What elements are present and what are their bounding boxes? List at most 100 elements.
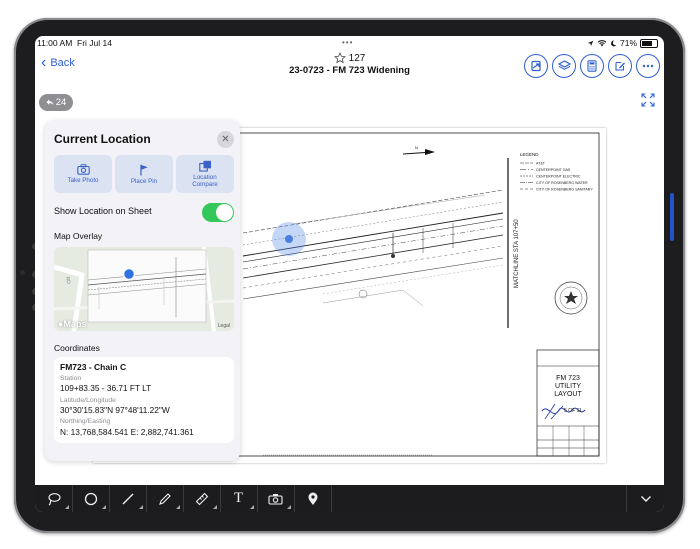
expand-icon[interactable] xyxy=(641,93,655,107)
flag-icon xyxy=(140,164,148,175)
calculator-button[interactable] xyxy=(580,54,604,78)
ruler-icon xyxy=(195,492,208,505)
history-back-button[interactable]: 24 xyxy=(39,94,73,111)
location-actions: Take Photo Place Pin Location Compare xyxy=(54,155,234,193)
top-toolbar xyxy=(524,54,660,78)
edit-button[interactable] xyxy=(608,54,632,78)
layers-button[interactable] xyxy=(552,54,576,78)
sheet-number: 5 OF 11 xyxy=(564,408,582,414)
camera-icon xyxy=(76,164,90,175)
show-location-row: Show Location on Sheet xyxy=(54,203,234,222)
matchline-label: MATCHLINE STA 107+50 xyxy=(514,219,520,288)
text-tool[interactable]: T xyxy=(220,485,258,512)
location-arrow-icon xyxy=(587,40,594,46)
title-block-text: FM 723 UTILITY LAYOUT xyxy=(554,375,582,398)
place-pin-button[interactable]: Place Pin xyxy=(115,155,173,193)
location-compare-label: Location Compare xyxy=(192,174,218,188)
ruler-tool[interactable] xyxy=(183,485,221,512)
back-button[interactable]: ‹ Back xyxy=(41,54,75,71)
calculator-icon xyxy=(587,60,597,72)
northing-easting-label: Northing/Easting xyxy=(60,418,111,425)
layers-icon xyxy=(557,60,571,70)
front-camera xyxy=(20,270,25,275)
legend-item: CITY OF ROSENBERG WATER xyxy=(536,181,588,185)
circle-tool[interactable] xyxy=(72,485,110,512)
favorite-count: 127 xyxy=(348,52,366,64)
legend-item: CENTERPOINT ELECTRIC xyxy=(536,175,581,179)
alignment-name: FM723 - Chain C xyxy=(60,362,127,372)
more-icon xyxy=(642,64,654,68)
legal-link[interactable]: Legal xyxy=(218,323,230,329)
chevron-down-icon xyxy=(640,495,651,502)
sheet-title: 23-0723 - FM 723 Widening xyxy=(289,65,410,76)
moon-icon xyxy=(611,40,617,46)
legend-item: CITY OF ROSENBERG SANITARY xyxy=(536,188,593,192)
legend-item: AT&T xyxy=(536,162,546,166)
legend-title: LEGEND xyxy=(520,152,539,157)
panel-title: Current Location xyxy=(54,132,151,146)
take-photo-label: Take Photo xyxy=(67,177,99,184)
show-location-toggle[interactable] xyxy=(202,203,234,222)
coordinates-card: FM723 - Chain C Station 109+83.35 - 36.7… xyxy=(54,357,234,443)
station-label: Station xyxy=(60,375,82,382)
status-time: 11:00 AM Fri Jul 14 xyxy=(37,38,112,48)
status-indicators: 71% xyxy=(587,38,658,48)
north-label: N xyxy=(415,145,418,150)
back-label: Back xyxy=(50,57,75,69)
sheet-location-dot xyxy=(272,222,306,256)
maps-watermark: ●Maps xyxy=(58,319,87,329)
status-bar: 11:00 AM Fri Jul 14 ••• 71% xyxy=(35,36,664,50)
compare-icon xyxy=(198,160,211,172)
camera-icon xyxy=(268,493,283,505)
lasso-tool[interactable] xyxy=(35,485,73,512)
title-block-line: UTILITY xyxy=(555,383,581,390)
edit-icon xyxy=(615,61,625,71)
legend: AT&T CENTERPOINT GAS CENTERPOINT ELECTRIC C… xyxy=(520,162,593,192)
close-icon: ✕ xyxy=(221,134,230,145)
legend-item: CENTERPOINT GAS xyxy=(536,168,571,172)
favorite-row[interactable]: 127 xyxy=(255,52,444,64)
chevron-left-icon: ‹ xyxy=(41,54,47,71)
sheet-header: 127 23-0723 - FM 723 Widening xyxy=(255,52,444,76)
screen: 11:00 AM Fri Jul 14 ••• 71% ‹ Back 127 2… xyxy=(35,36,664,512)
latlon-value: 30°30'15.83"N 97°48'11.22"W xyxy=(60,405,170,415)
line-tool[interactable] xyxy=(109,485,147,512)
collapse-toolbar-button[interactable] xyxy=(626,485,664,512)
sheet-link-icon xyxy=(531,60,541,72)
close-button[interactable]: ✕ xyxy=(217,131,234,148)
reply-arrow-icon xyxy=(46,99,54,106)
show-location-label: Show Location on Sheet xyxy=(54,206,152,216)
pin-icon xyxy=(308,492,317,505)
title-block-line: LAYOUT xyxy=(554,391,582,398)
more-button[interactable] xyxy=(636,54,660,78)
side-button xyxy=(670,193,674,241)
battery-percent: 71% xyxy=(619,38,637,48)
multitasking-dots[interactable]: ••• xyxy=(342,38,353,47)
star-icon[interactable] xyxy=(333,52,346,64)
sheet-link-button[interactable] xyxy=(524,54,548,78)
history-count: 24 xyxy=(55,97,67,108)
title-block-line: FM 723 xyxy=(556,375,580,382)
coordinates-label: Coordinates xyxy=(54,343,100,353)
battery-icon xyxy=(640,38,658,48)
lasso-icon xyxy=(47,492,61,506)
pin-tool[interactable] xyxy=(294,485,332,512)
take-photo-button[interactable]: Take Photo xyxy=(54,155,112,193)
text-icon: T xyxy=(233,490,244,506)
circle-icon xyxy=(84,492,97,505)
navigation-bar: ‹ Back 127 23-0723 - FM 723 Widening xyxy=(35,50,664,82)
markup-toolbar: T xyxy=(35,485,664,512)
wifi-icon xyxy=(597,40,607,47)
pencil-icon xyxy=(158,492,171,505)
latlon-label: Latitude/Longitude xyxy=(60,397,116,404)
pencil-tool[interactable] xyxy=(146,485,184,512)
place-pin-label: Place Pin xyxy=(130,177,158,185)
northing-easting-value: N: 13,768,584.541 E: 2,882,741.361 xyxy=(60,427,194,437)
line-icon xyxy=(122,493,133,504)
photo-tool[interactable] xyxy=(257,485,295,512)
station-value: 109+83.35 - 36.71 FT LT xyxy=(60,383,152,393)
map-overlay[interactable]: RD ●Maps Legal xyxy=(54,247,234,331)
map-overlay-label: Map Overlay xyxy=(54,231,103,241)
current-location-panel: Current Location ✕ Take Photo Place Pin … xyxy=(45,121,240,461)
location-compare-button[interactable]: Location Compare xyxy=(176,155,234,193)
